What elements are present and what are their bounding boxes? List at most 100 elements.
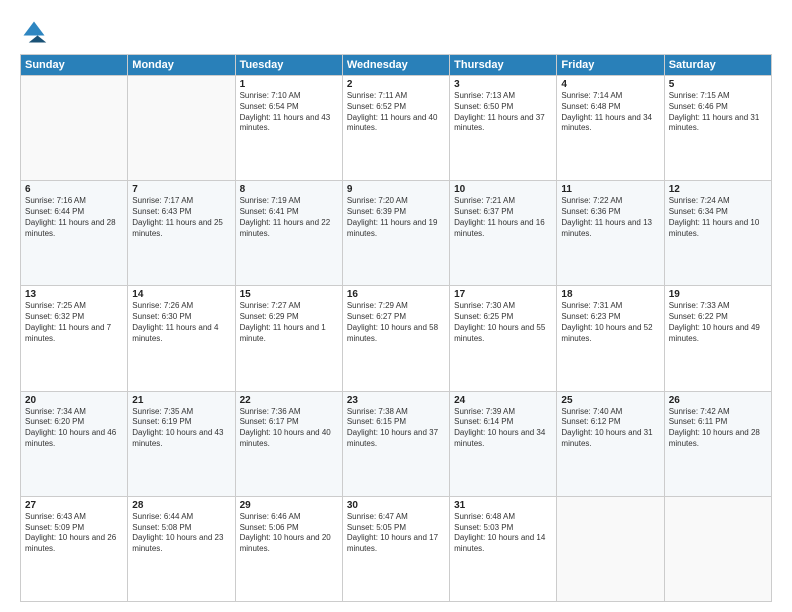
day-number: 27 bbox=[25, 500, 123, 511]
day-cell: 14Sunrise: 7:26 AM Sunset: 6:30 PM Dayli… bbox=[128, 286, 235, 391]
day-info: Sunrise: 7:38 AM Sunset: 6:15 PM Dayligh… bbox=[347, 407, 445, 450]
day-number: 25 bbox=[561, 395, 659, 406]
day-info: Sunrise: 7:24 AM Sunset: 6:34 PM Dayligh… bbox=[669, 196, 767, 239]
day-cell: 7Sunrise: 7:17 AM Sunset: 6:43 PM Daylig… bbox=[128, 181, 235, 286]
day-number: 7 bbox=[132, 184, 230, 195]
day-number: 23 bbox=[347, 395, 445, 406]
day-cell bbox=[21, 76, 128, 181]
day-info: Sunrise: 7:16 AM Sunset: 6:44 PM Dayligh… bbox=[25, 196, 123, 239]
day-number: 1 bbox=[240, 79, 338, 90]
day-cell: 16Sunrise: 7:29 AM Sunset: 6:27 PM Dayli… bbox=[342, 286, 449, 391]
day-number: 31 bbox=[454, 500, 552, 511]
day-number: 19 bbox=[669, 289, 767, 300]
day-info: Sunrise: 7:25 AM Sunset: 6:32 PM Dayligh… bbox=[25, 301, 123, 344]
weekday-monday: Monday bbox=[128, 55, 235, 76]
day-number: 4 bbox=[561, 79, 659, 90]
day-cell: 29Sunrise: 6:46 AM Sunset: 5:06 PM Dayli… bbox=[235, 496, 342, 601]
day-number: 29 bbox=[240, 500, 338, 511]
day-cell: 10Sunrise: 7:21 AM Sunset: 6:37 PM Dayli… bbox=[450, 181, 557, 286]
day-info: Sunrise: 7:22 AM Sunset: 6:36 PM Dayligh… bbox=[561, 196, 659, 239]
day-cell: 4Sunrise: 7:14 AM Sunset: 6:48 PM Daylig… bbox=[557, 76, 664, 181]
day-cell: 11Sunrise: 7:22 AM Sunset: 6:36 PM Dayli… bbox=[557, 181, 664, 286]
day-info: Sunrise: 7:11 AM Sunset: 6:52 PM Dayligh… bbox=[347, 91, 445, 134]
day-cell: 23Sunrise: 7:38 AM Sunset: 6:15 PM Dayli… bbox=[342, 391, 449, 496]
calendar-header: SundayMondayTuesdayWednesdayThursdayFrid… bbox=[21, 55, 772, 76]
day-info: Sunrise: 7:42 AM Sunset: 6:11 PM Dayligh… bbox=[669, 407, 767, 450]
day-info: Sunrise: 7:34 AM Sunset: 6:20 PM Dayligh… bbox=[25, 407, 123, 450]
day-cell bbox=[557, 496, 664, 601]
day-info: Sunrise: 7:15 AM Sunset: 6:46 PM Dayligh… bbox=[669, 91, 767, 134]
day-number: 24 bbox=[454, 395, 552, 406]
day-cell: 19Sunrise: 7:33 AM Sunset: 6:22 PM Dayli… bbox=[664, 286, 771, 391]
day-info: Sunrise: 7:20 AM Sunset: 6:39 PM Dayligh… bbox=[347, 196, 445, 239]
day-cell: 5Sunrise: 7:15 AM Sunset: 6:46 PM Daylig… bbox=[664, 76, 771, 181]
day-cell: 3Sunrise: 7:13 AM Sunset: 6:50 PM Daylig… bbox=[450, 76, 557, 181]
day-info: Sunrise: 7:19 AM Sunset: 6:41 PM Dayligh… bbox=[240, 196, 338, 239]
weekday-saturday: Saturday bbox=[664, 55, 771, 76]
day-cell: 20Sunrise: 7:34 AM Sunset: 6:20 PM Dayli… bbox=[21, 391, 128, 496]
day-info: Sunrise: 7:27 AM Sunset: 6:29 PM Dayligh… bbox=[240, 301, 338, 344]
day-number: 9 bbox=[347, 184, 445, 195]
day-cell: 12Sunrise: 7:24 AM Sunset: 6:34 PM Dayli… bbox=[664, 181, 771, 286]
day-number: 13 bbox=[25, 289, 123, 300]
day-number: 3 bbox=[454, 79, 552, 90]
weekday-tuesday: Tuesday bbox=[235, 55, 342, 76]
weekday-sunday: Sunday bbox=[21, 55, 128, 76]
day-info: Sunrise: 7:10 AM Sunset: 6:54 PM Dayligh… bbox=[240, 91, 338, 134]
day-number: 26 bbox=[669, 395, 767, 406]
day-number: 16 bbox=[347, 289, 445, 300]
week-row-4: 27Sunrise: 6:43 AM Sunset: 5:09 PM Dayli… bbox=[21, 496, 772, 601]
day-info: Sunrise: 7:21 AM Sunset: 6:37 PM Dayligh… bbox=[454, 196, 552, 239]
day-cell: 28Sunrise: 6:44 AM Sunset: 5:08 PM Dayli… bbox=[128, 496, 235, 601]
day-number: 20 bbox=[25, 395, 123, 406]
week-row-2: 13Sunrise: 7:25 AM Sunset: 6:32 PM Dayli… bbox=[21, 286, 772, 391]
day-cell: 22Sunrise: 7:36 AM Sunset: 6:17 PM Dayli… bbox=[235, 391, 342, 496]
weekday-wednesday: Wednesday bbox=[342, 55, 449, 76]
day-cell: 2Sunrise: 7:11 AM Sunset: 6:52 PM Daylig… bbox=[342, 76, 449, 181]
weekday-thursday: Thursday bbox=[450, 55, 557, 76]
day-cell: 25Sunrise: 7:40 AM Sunset: 6:12 PM Dayli… bbox=[557, 391, 664, 496]
day-number: 15 bbox=[240, 289, 338, 300]
day-cell: 21Sunrise: 7:35 AM Sunset: 6:19 PM Dayli… bbox=[128, 391, 235, 496]
day-number: 5 bbox=[669, 79, 767, 90]
day-info: Sunrise: 6:44 AM Sunset: 5:08 PM Dayligh… bbox=[132, 512, 230, 555]
day-info: Sunrise: 7:17 AM Sunset: 6:43 PM Dayligh… bbox=[132, 196, 230, 239]
day-number: 17 bbox=[454, 289, 552, 300]
day-cell: 26Sunrise: 7:42 AM Sunset: 6:11 PM Dayli… bbox=[664, 391, 771, 496]
week-row-1: 6Sunrise: 7:16 AM Sunset: 6:44 PM Daylig… bbox=[21, 181, 772, 286]
header bbox=[20, 18, 772, 46]
day-info: Sunrise: 7:31 AM Sunset: 6:23 PM Dayligh… bbox=[561, 301, 659, 344]
logo-icon bbox=[20, 18, 48, 46]
day-cell: 1Sunrise: 7:10 AM Sunset: 6:54 PM Daylig… bbox=[235, 76, 342, 181]
day-number: 8 bbox=[240, 184, 338, 195]
day-info: Sunrise: 7:29 AM Sunset: 6:27 PM Dayligh… bbox=[347, 301, 445, 344]
day-cell bbox=[128, 76, 235, 181]
week-row-3: 20Sunrise: 7:34 AM Sunset: 6:20 PM Dayli… bbox=[21, 391, 772, 496]
day-cell: 13Sunrise: 7:25 AM Sunset: 6:32 PM Dayli… bbox=[21, 286, 128, 391]
day-cell: 30Sunrise: 6:47 AM Sunset: 5:05 PM Dayli… bbox=[342, 496, 449, 601]
day-number: 11 bbox=[561, 184, 659, 195]
day-info: Sunrise: 6:46 AM Sunset: 5:06 PM Dayligh… bbox=[240, 512, 338, 555]
day-number: 21 bbox=[132, 395, 230, 406]
day-cell: 17Sunrise: 7:30 AM Sunset: 6:25 PM Dayli… bbox=[450, 286, 557, 391]
day-info: Sunrise: 7:26 AM Sunset: 6:30 PM Dayligh… bbox=[132, 301, 230, 344]
day-cell: 27Sunrise: 6:43 AM Sunset: 5:09 PM Dayli… bbox=[21, 496, 128, 601]
day-number: 12 bbox=[669, 184, 767, 195]
day-info: Sunrise: 7:36 AM Sunset: 6:17 PM Dayligh… bbox=[240, 407, 338, 450]
day-cell: 8Sunrise: 7:19 AM Sunset: 6:41 PM Daylig… bbox=[235, 181, 342, 286]
day-info: Sunrise: 6:48 AM Sunset: 5:03 PM Dayligh… bbox=[454, 512, 552, 555]
day-cell: 18Sunrise: 7:31 AM Sunset: 6:23 PM Dayli… bbox=[557, 286, 664, 391]
day-number: 6 bbox=[25, 184, 123, 195]
day-number: 28 bbox=[132, 500, 230, 511]
day-info: Sunrise: 7:35 AM Sunset: 6:19 PM Dayligh… bbox=[132, 407, 230, 450]
page: SundayMondayTuesdayWednesdayThursdayFrid… bbox=[0, 0, 792, 612]
day-info: Sunrise: 6:43 AM Sunset: 5:09 PM Dayligh… bbox=[25, 512, 123, 555]
day-cell: 15Sunrise: 7:27 AM Sunset: 6:29 PM Dayli… bbox=[235, 286, 342, 391]
day-cell: 24Sunrise: 7:39 AM Sunset: 6:14 PM Dayli… bbox=[450, 391, 557, 496]
calendar-body: 1Sunrise: 7:10 AM Sunset: 6:54 PM Daylig… bbox=[21, 76, 772, 602]
day-info: Sunrise: 6:47 AM Sunset: 5:05 PM Dayligh… bbox=[347, 512, 445, 555]
day-cell: 6Sunrise: 7:16 AM Sunset: 6:44 PM Daylig… bbox=[21, 181, 128, 286]
day-info: Sunrise: 7:30 AM Sunset: 6:25 PM Dayligh… bbox=[454, 301, 552, 344]
day-number: 18 bbox=[561, 289, 659, 300]
weekday-friday: Friday bbox=[557, 55, 664, 76]
